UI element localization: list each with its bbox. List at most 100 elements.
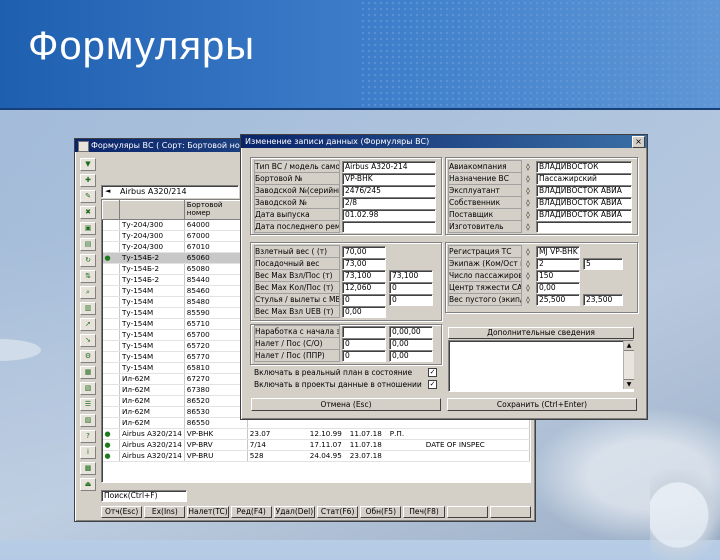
field-value-secondary[interactable]: 0,00 bbox=[389, 337, 433, 350]
help-icon[interactable]: ? bbox=[80, 430, 96, 443]
option-checkbox-row[interactable]: Включать в реальный план в состояние ✓ bbox=[254, 367, 437, 378]
field-value-secondary[interactable]: 73,100 bbox=[389, 269, 433, 282]
additional-info-box[interactable] bbox=[448, 340, 634, 392]
footer-button-9[interactable] bbox=[489, 506, 532, 518]
lookup-icon[interactable]: ◊ bbox=[522, 175, 534, 183]
delete-icon[interactable]: ✖ bbox=[80, 206, 96, 219]
field-value[interactable]: VP-BHK bbox=[342, 172, 436, 185]
dialog-titlebar[interactable]: Изменение записи данных (Формуляры ВС) × bbox=[241, 135, 647, 148]
calendar-icon[interactable]: ▧ bbox=[80, 382, 96, 395]
footer-button-8[interactable] bbox=[446, 506, 488, 518]
field-value[interactable]: 12,060 bbox=[342, 281, 386, 294]
scroll-up-icon[interactable]: ▲ bbox=[624, 341, 634, 351]
additional-info-header[interactable]: Дополнительные сведения bbox=[448, 327, 634, 339]
field-value[interactable]: 0,00 bbox=[342, 305, 386, 318]
footer-button-5[interactable]: Стат(F6) bbox=[317, 506, 359, 518]
field-value[interactable]: ВЛАДИВОСТОК bbox=[536, 160, 632, 173]
field-value[interactable]: ВЛАДИВОСТОК АВИА bbox=[536, 184, 632, 197]
scroll-down-icon[interactable]: ▼ bbox=[624, 379, 634, 389]
export-icon[interactable]: ➚ bbox=[80, 318, 96, 331]
filter-icon[interactable]: ▼ bbox=[80, 158, 96, 171]
lookup-icon[interactable]: ◊ bbox=[522, 187, 534, 195]
refresh-icon[interactable]: ↻ bbox=[80, 254, 96, 267]
field-value[interactable]: 25,500 bbox=[536, 293, 580, 306]
field-value[interactable]: 2476/245 bbox=[342, 184, 436, 197]
sort-icon[interactable]: ⇅ bbox=[80, 270, 96, 283]
lookup-icon[interactable]: ◊ bbox=[522, 248, 534, 256]
edit-icon[interactable]: ✎ bbox=[80, 190, 96, 203]
tree-icon[interactable]: ▨ bbox=[80, 414, 96, 427]
dropdown-arrow-icon[interactable]: ◄ bbox=[105, 186, 110, 197]
field-value-secondary[interactable]: 0 bbox=[389, 281, 433, 294]
footer-button-1[interactable]: Ех(Ins) bbox=[144, 506, 186, 518]
exit-icon[interactable]: ⏏ bbox=[80, 478, 96, 491]
checkbox[interactable]: ✓ bbox=[428, 380, 437, 389]
option-checkbox-row[interactable]: Включать в проекты данные в отношении ✓ bbox=[254, 379, 437, 390]
field-value[interactable]: 2/8 bbox=[342, 196, 436, 209]
field-value[interactable]: 73,00 bbox=[342, 257, 386, 270]
save-icon[interactable]: ▩ bbox=[80, 462, 96, 475]
field-value[interactable]: 0 bbox=[342, 293, 386, 306]
field-value[interactable]: 73,100 bbox=[342, 269, 386, 282]
footer-button-0[interactable]: Отч(Esc) bbox=[101, 506, 143, 518]
add-icon[interactable]: ✚ bbox=[80, 174, 96, 187]
field-value[interactable]: MJ VP-BHK bbox=[536, 245, 580, 258]
field-value[interactable]: 150 bbox=[536, 269, 580, 282]
field-value[interactable]: Airbus A320-214 bbox=[342, 160, 436, 173]
field-value-secondary[interactable]: 0,00 bbox=[389, 349, 433, 362]
lookup-icon[interactable]: ◊ bbox=[522, 163, 534, 171]
find-icon[interactable]: ⌕ bbox=[80, 286, 96, 299]
report-icon[interactable]: ▦ bbox=[80, 366, 96, 379]
lookup-icon[interactable]: ◊ bbox=[522, 284, 534, 292]
search-field[interactable]: Поиск(Ctrl+F) bbox=[101, 490, 187, 502]
field-value[interactable]: 0 bbox=[342, 349, 386, 362]
field-value[interactable]: Пассажирский bbox=[536, 172, 632, 185]
col-board-number[interactable]: Бортовой номер bbox=[183, 200, 248, 220]
lookup-icon[interactable]: ◊ bbox=[522, 260, 534, 268]
field-value[interactable]: 0,00 bbox=[536, 281, 580, 294]
additional-info-scrollbar[interactable]: ▲ ▼ bbox=[623, 341, 634, 389]
print-icon[interactable]: ▤ bbox=[80, 238, 96, 251]
table-row[interactable]: ● Airbus A320/214 VP-BRV 7/14 17.11.07 11.07.… bbox=[102, 439, 530, 451]
lookup-icon[interactable]: ◊ bbox=[522, 272, 534, 280]
field-value[interactable]: 2 bbox=[536, 257, 580, 270]
footer-button-6[interactable]: Обн(F5) bbox=[360, 506, 402, 518]
col-type[interactable] bbox=[119, 200, 185, 220]
info-icon[interactable]: i bbox=[80, 446, 96, 459]
cell-type: Airbus A320/214 bbox=[119, 428, 185, 440]
detail-value: 17.11.07 bbox=[309, 440, 342, 449]
field-value-secondary[interactable]: 0 bbox=[389, 293, 433, 306]
field-value-secondary[interactable]: 5 bbox=[583, 257, 623, 270]
lookup-icon[interactable]: ◊ bbox=[522, 211, 534, 219]
chart-icon[interactable]: ▥ bbox=[80, 302, 96, 315]
lookup-icon[interactable]: ◊ bbox=[522, 296, 534, 304]
field-value[interactable] bbox=[342, 325, 386, 338]
lookup-icon[interactable]: ◊ bbox=[522, 199, 534, 207]
table-row[interactable]: ● Airbus A320/214 VP-BRU 528 24.04.95 23.07.1… bbox=[102, 450, 530, 462]
field-value-secondary[interactable]: 23,500 bbox=[583, 293, 623, 306]
field-value-secondary[interactable]: 0,00,00 bbox=[389, 325, 433, 338]
field-value[interactable]: 70,00 bbox=[342, 245, 386, 258]
checkbox[interactable]: ✓ bbox=[428, 368, 437, 377]
field-value[interactable]: 0 bbox=[342, 337, 386, 350]
field-value[interactable]: ВЛАДИВОСТОК АВИА bbox=[536, 196, 632, 209]
copy-icon[interactable]: ▣ bbox=[80, 222, 96, 235]
import-icon[interactable]: ➘ bbox=[80, 334, 96, 347]
field-value[interactable]: 01.02.98 bbox=[342, 208, 436, 221]
lookup-icon[interactable]: ◊ bbox=[522, 223, 534, 231]
table-row[interactable]: ● Airbus A320/214 VP-BHK 23.07 12.10.99 11.07… bbox=[102, 428, 530, 440]
footer-button-7[interactable]: Печ(F8) bbox=[403, 506, 445, 518]
field-value[interactable] bbox=[536, 220, 632, 233]
save-button[interactable]: Сохранить (Ctrl+Enter) bbox=[447, 398, 637, 411]
settings-icon[interactable]: ⚙ bbox=[80, 350, 96, 363]
type-filter-combo[interactable]: ◄ Airbus A320/214 bbox=[101, 185, 239, 198]
footer-button-3[interactable]: Ред(F4) bbox=[230, 506, 272, 518]
field-value[interactable]: ВЛАДИВОСТОК АВИА bbox=[536, 208, 632, 221]
list-icon[interactable]: ☰ bbox=[80, 398, 96, 411]
footer-button-2[interactable]: Налет(TC) bbox=[187, 506, 229, 518]
footer-button-4[interactable]: Удал(Del) bbox=[273, 506, 316, 518]
cancel-button[interactable]: Отмена (Esc) bbox=[251, 398, 441, 411]
col-indicator[interactable] bbox=[102, 200, 120, 220]
field-value[interactable] bbox=[342, 220, 436, 233]
close-icon[interactable]: × bbox=[632, 136, 645, 148]
